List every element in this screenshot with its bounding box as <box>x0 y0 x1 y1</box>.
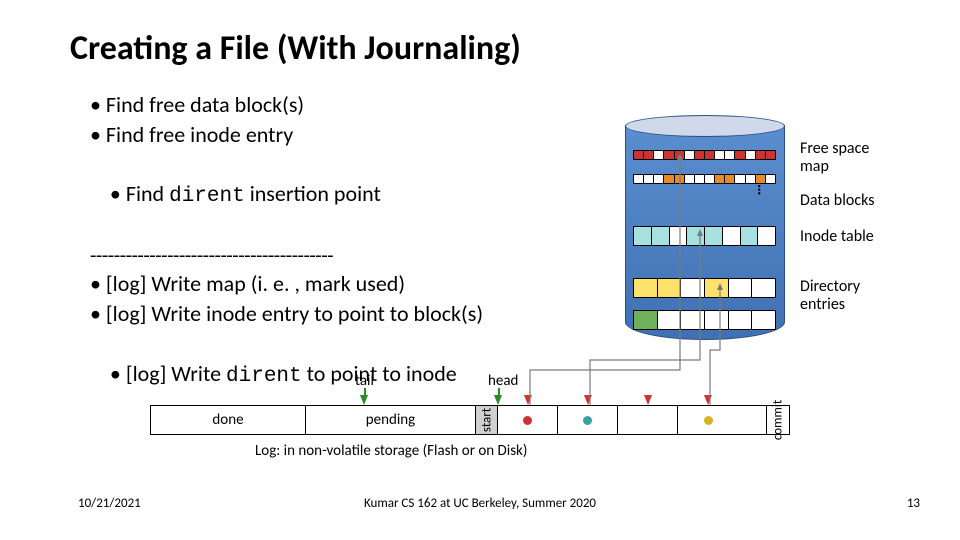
bullet-3: • Find dirent insertion point <box>90 149 483 241</box>
log-done-region: done <box>151 406 306 434</box>
label-inode-table: Inode table <box>800 228 874 246</box>
label-free-space: Free space map <box>800 140 869 175</box>
log-caption: Log: in non-volatile storage (Flash or o… <box>255 442 527 460</box>
extra-row <box>634 310 776 330</box>
bullet-list: • Find free data block(s) • Find free in… <box>90 90 483 421</box>
separator: ----------------------------------------… <box>90 241 483 269</box>
bullet-1: • Find free data block(s) <box>90 90 483 120</box>
log-entry-dirent-dot <box>704 416 713 425</box>
head-label: head <box>488 372 518 390</box>
directory-entries-row <box>634 278 776 298</box>
log-start-marker: start <box>476 406 498 434</box>
label-data-blocks: Data blocks <box>800 192 874 210</box>
data-blocks-row <box>634 174 776 184</box>
slide-title: Creating a File (With Journaling) <box>70 28 521 69</box>
footer-page-number: 13 <box>907 496 920 511</box>
bullet-4: • [log] Write map (i. e. , mark used) <box>90 269 483 299</box>
bullet-5: • [log] Write inode entry to point to bl… <box>90 299 483 329</box>
free-space-map-row <box>634 150 776 160</box>
ellipsis-icon: … <box>753 184 772 195</box>
journal-log: done pending start commit <box>150 405 790 435</box>
log-entry-map-dot <box>523 416 532 425</box>
label-directory: Directory entries <box>800 278 860 313</box>
log-pending-region: pending <box>306 406 476 434</box>
log-entries <box>498 406 767 434</box>
inode-table-row <box>634 226 776 246</box>
log-commit-marker: commit <box>767 406 789 434</box>
log-entry-inode-dot <box>583 416 592 425</box>
footer-course: Kumar CS 162 at UC Berkeley, Summer 2020 <box>0 496 960 511</box>
bullet-2: • Find free inode entry <box>90 120 483 150</box>
